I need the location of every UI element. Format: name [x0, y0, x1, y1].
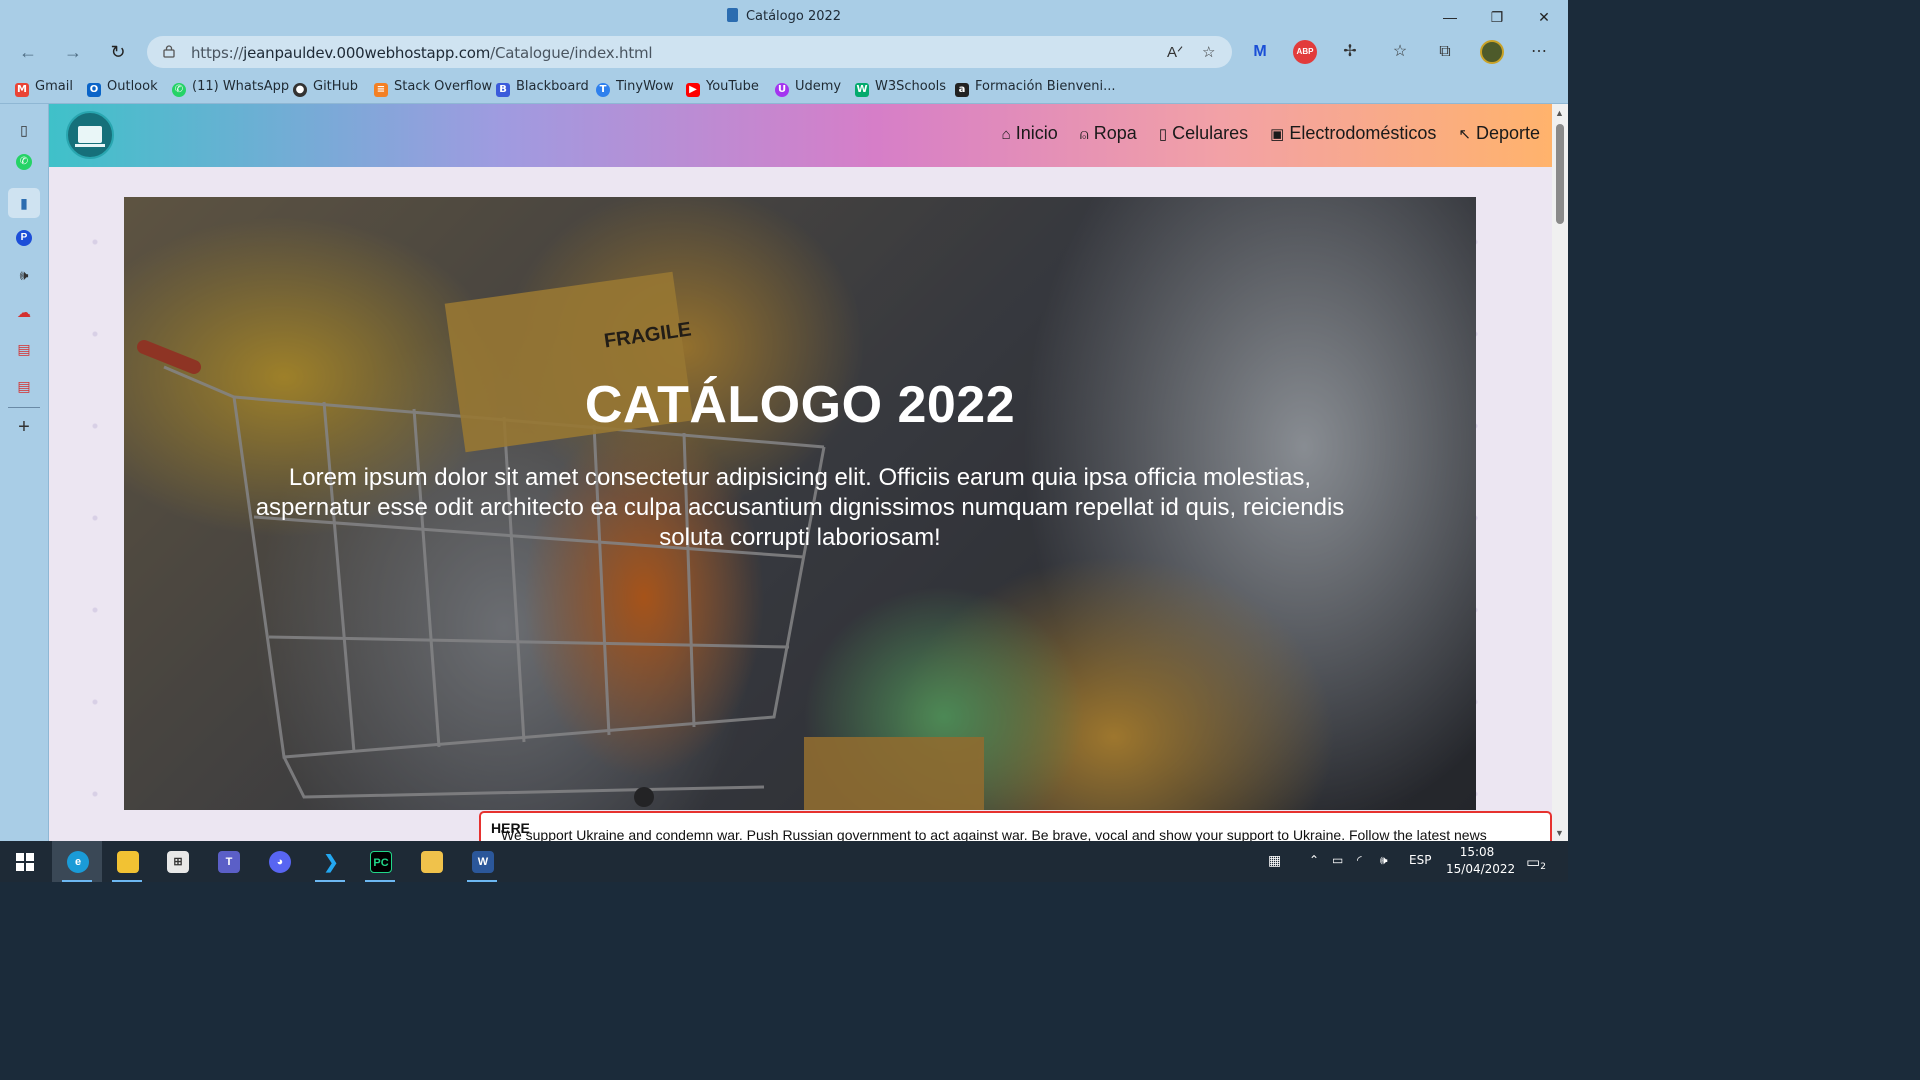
- bookmark-blackboard[interactable]: B Blackboard: [496, 79, 589, 97]
- close-icon[interactable]: ✕: [1533, 6, 1555, 28]
- profile-avatar[interactable]: [1480, 40, 1504, 64]
- formacion-icon: a: [955, 83, 969, 97]
- back-icon[interactable]: ←: [14, 38, 42, 66]
- app-cube-icon[interactable]: [406, 841, 456, 882]
- phone-icon: ▯: [1158, 126, 1168, 143]
- file-explorer-icon[interactable]: [102, 841, 152, 882]
- laptop-icon: [78, 126, 102, 143]
- sidebar-divider: [8, 407, 40, 408]
- whatsapp-icon[interactable]: ✆: [16, 154, 32, 170]
- audio-icon[interactable]: 🕪: [13, 264, 35, 286]
- bookmark-tinywow[interactable]: T TinyWow: [596, 79, 674, 97]
- restore-icon[interactable]: ❐: [1486, 6, 1508, 28]
- tab-actions-icon[interactable]: ▯: [13, 119, 35, 141]
- youtube-icon: ▶: [686, 83, 700, 97]
- site-header: ⌂ Inicio ⍝ Ropa ▯ Celulares ▣ Electrodomésti…: [49, 104, 1552, 167]
- blackboard-icon: B: [496, 83, 510, 97]
- tinywow-icon: T: [596, 83, 610, 97]
- add-icon[interactable]: +: [13, 416, 35, 438]
- lock-icon: [163, 45, 175, 58]
- system-clock[interactable]: 15:08 15/04/2022: [1446, 844, 1515, 878]
- wifi-icon[interactable]: ◜: [1357, 853, 1362, 867]
- volume-icon[interactable]: 🕪: [1380, 853, 1388, 868]
- w3schools-icon: W: [855, 83, 869, 97]
- bookmark-github[interactable]: ● GitHub: [293, 79, 358, 97]
- home-icon: ⌂: [1001, 126, 1011, 143]
- favorites-icon[interactable]: ☆: [1388, 40, 1412, 64]
- stackoverflow-icon: ≡: [374, 83, 388, 97]
- pdf-icon[interactable]: ▤: [13, 338, 35, 360]
- nav-ropa[interactable]: ⍝ Ropa: [1080, 123, 1137, 144]
- github-icon: ●: [293, 83, 307, 97]
- battery-icon[interactable]: ▭: [1332, 853, 1343, 867]
- outlook-icon: O: [87, 83, 101, 97]
- nav-celulares[interactable]: ▯ Celulares: [1159, 123, 1248, 144]
- teams-icon[interactable]: T: [203, 841, 253, 882]
- forward-icon[interactable]: →: [59, 38, 87, 66]
- bookmark-udemy[interactable]: U Udemy: [775, 79, 841, 97]
- site-nav: ⌂ Inicio ⍝ Ropa ▯ Celulares ▣ Electrodomésti…: [1002, 123, 1540, 144]
- windows-taskbar: e ⊞ T ◕ ❯ PC W ▦ ⌃ ▭ ◜ 🕪 ESP 15:08 15/04…: [0, 841, 1568, 882]
- sport-icon: ↖: [1458, 126, 1471, 143]
- show-hidden-icons[interactable]: ⌃: [1309, 853, 1319, 867]
- page-scrollbar[interactable]: ▲ ▼: [1552, 104, 1568, 841]
- tab-title[interactable]: Catálogo 2022: [0, 8, 1568, 24]
- hero-title: CATÁLOGO 2022: [584, 376, 1016, 434]
- start-icon[interactable]: [0, 841, 50, 882]
- news-widget-icon[interactable]: ▦: [1268, 853, 1281, 869]
- collections-icon[interactable]: ⧉: [1433, 40, 1457, 64]
- malwarebytes-icon[interactable]: M: [1248, 40, 1272, 64]
- refresh-icon[interactable]: ↻: [104, 38, 132, 66]
- vscode-icon[interactable]: ❯: [305, 841, 355, 882]
- bookmark-outlook[interactable]: O Outlook: [87, 79, 158, 97]
- adblock-plus-icon[interactable]: ABP: [1293, 40, 1317, 64]
- store-icon[interactable]: ⊞: [152, 841, 202, 882]
- address-bar[interactable]: https://jeanpauldev.000webhostapp.com/Ca…: [147, 36, 1232, 68]
- appliance-icon: ▣: [1270, 126, 1285, 143]
- tool-icon[interactable]: ☁: [13, 301, 35, 323]
- edge-icon[interactable]: e: [52, 841, 102, 882]
- browser-title-bar: Catálogo 2022 — ❐ ✕: [0, 0, 1568, 34]
- bookmark-youtube[interactable]: ▶ YouTube: [686, 79, 759, 97]
- add-favorite-icon[interactable]: ☆: [1202, 43, 1215, 61]
- url-text[interactable]: https://jeanpauldev.000webhostapp.com/Ca…: [191, 44, 653, 62]
- scroll-up-icon[interactable]: ▲: [1555, 108, 1564, 118]
- bookmark-whatsapp[interactable]: ✆ (11) WhatsApp: [172, 79, 289, 97]
- pingdom-icon[interactable]: P: [16, 230, 32, 246]
- bookmark-gmail[interactable]: M Gmail: [15, 79, 73, 97]
- more-icon[interactable]: ⋯: [1527, 40, 1551, 64]
- scroll-down-icon[interactable]: ▼: [1555, 828, 1564, 838]
- pdf-icon-2[interactable]: ▤: [13, 375, 35, 397]
- extensions-icon[interactable]: ✢: [1338, 40, 1362, 64]
- gmail-icon: M: [15, 83, 29, 97]
- browser-toolbar: ← → ↻ https://jeanpauldev.000webhostapp.…: [0, 34, 1568, 70]
- bookmark-w3schools[interactable]: W W3Schools: [855, 79, 946, 97]
- web-page: ⌂ Inicio ⍝ Ropa ▯ Celulares ▣ Electrodomésti…: [49, 104, 1552, 841]
- ukraine-support-banner: We support Ukraine and condemn war. Push…: [479, 811, 1552, 843]
- pycharm-icon[interactable]: PC: [355, 841, 405, 882]
- browser-sidebar: ▯ ✆ ▮ P 🕪 ☁ ▤ ▤ +: [0, 104, 49, 841]
- hero-banner: FRAGILE CATÁLOGO 2022 Lorem ipsum dolor …: [124, 197, 1476, 810]
- nav-electrodomesticos[interactable]: ▣ Electrodomésticos: [1270, 123, 1436, 144]
- discord-icon[interactable]: ◕: [254, 841, 304, 882]
- nav-inicio[interactable]: ⌂ Inicio: [1002, 123, 1058, 144]
- site-logo[interactable]: [66, 111, 114, 159]
- whatsapp-icon: ✆: [172, 83, 186, 97]
- scroll-thumb[interactable]: [1556, 124, 1564, 224]
- catalog-tab-icon[interactable]: ▮: [8, 188, 40, 218]
- read-aloud-icon[interactable]: Aᐟ: [1167, 43, 1183, 61]
- tab-favicon-icon: [726, 8, 738, 22]
- bookmark-stackoverflow[interactable]: ≡ Stack Overflow: [374, 79, 492, 97]
- bookmark-formacion[interactable]: a Formación Bienveni...: [955, 79, 1116, 97]
- udemy-icon: U: [775, 83, 789, 97]
- notifications-icon[interactable]: ▭2: [1526, 853, 1546, 872]
- hero-description: Lorem ipsum dolor sit amet consectetur a…: [255, 464, 1345, 551]
- nav-deporte[interactable]: ↖ Deporte: [1458, 123, 1540, 144]
- language-indicator[interactable]: ESP: [1409, 853, 1431, 867]
- minimize-icon[interactable]: —: [1439, 6, 1461, 28]
- person-icon: ⍝: [1079, 126, 1089, 143]
- bookmarks-bar: M Gmail O Outlook ✆ (11) WhatsApp ● GitHub ≡…: [0, 70, 1568, 104]
- word-icon[interactable]: W: [457, 841, 507, 882]
